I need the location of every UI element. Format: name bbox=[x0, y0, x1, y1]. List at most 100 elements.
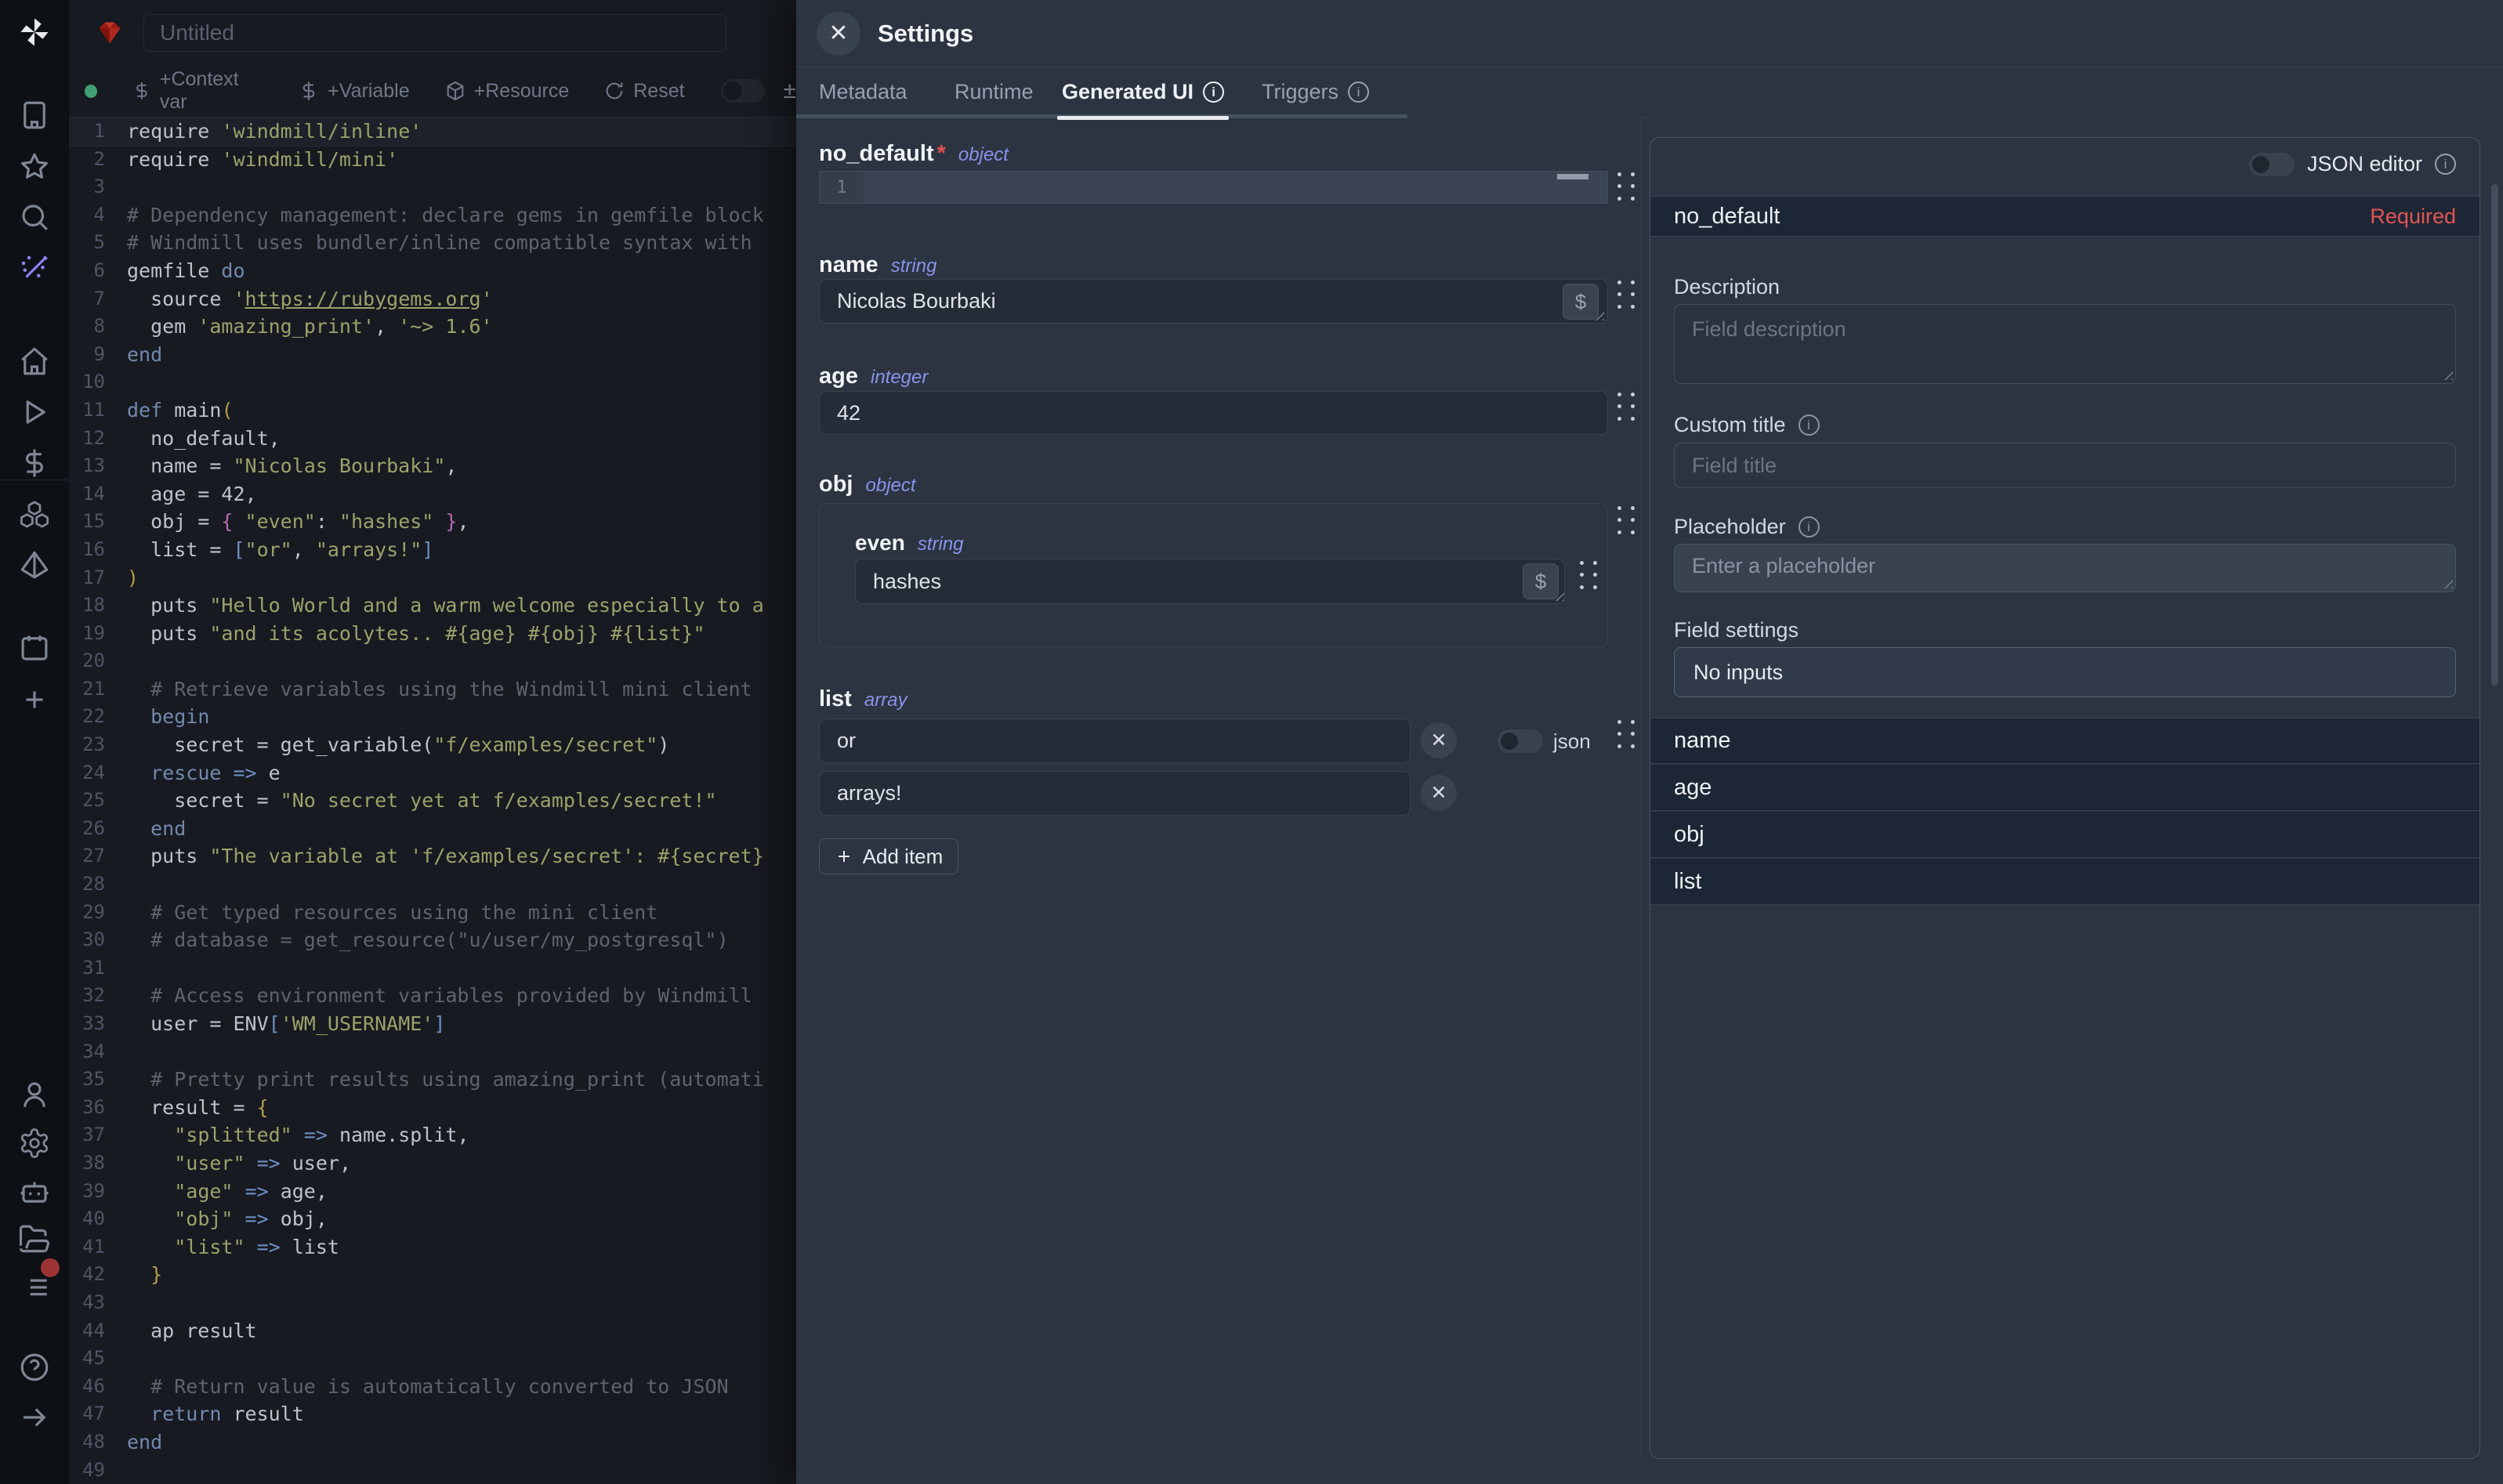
tab-metadata[interactable]: Metadata bbox=[819, 67, 907, 117]
code-line[interactable]: 44 ap result bbox=[69, 1317, 796, 1345]
code-line[interactable]: 17) bbox=[69, 564, 796, 592]
resources-cubes-icon[interactable] bbox=[18, 498, 51, 531]
code-line[interactable]: 27 puts "The variable at 'f/examples/sec… bbox=[69, 842, 796, 870]
code-line[interactable]: 2require 'windmill/mini' bbox=[69, 146, 796, 174]
no-default-json-editor[interactable]: 1 bbox=[819, 171, 1608, 204]
tab-triggers[interactable]: Triggersi bbox=[1262, 67, 1369, 117]
favorites-star-icon[interactable] bbox=[18, 150, 51, 183]
code-line[interactable]: 40 "obj" => obj, bbox=[69, 1205, 796, 1233]
field-settings-select[interactable]: No inputs bbox=[1674, 647, 2456, 697]
code-line[interactable]: 35 # Pretty print results using amazing_… bbox=[69, 1066, 796, 1094]
code-line[interactable]: 31 bbox=[69, 954, 796, 983]
code-line[interactable]: 19 puts "and its acolytes.. #{age} #{obj… bbox=[69, 620, 796, 648]
code-editor[interactable]: 1require 'windmill/inline'2require 'wind… bbox=[69, 118, 796, 1484]
code-line[interactable]: 9end bbox=[69, 341, 796, 369]
user-icon[interactable] bbox=[18, 1078, 51, 1111]
code-line[interactable]: 15 obj = { "even": "hashes" }, bbox=[69, 508, 796, 536]
home-icon[interactable] bbox=[18, 345, 51, 378]
code-line[interactable]: 42 } bbox=[69, 1261, 796, 1289]
diff-toggle[interactable]: ± bbox=[784, 78, 796, 104]
drag-handle[interactable] bbox=[1580, 561, 1600, 592]
code-line[interactable]: 32 # Access environment variables provid… bbox=[69, 982, 796, 1010]
code-line[interactable]: 41 "list" => list bbox=[69, 1233, 796, 1261]
code-line[interactable]: 24 rescue => e bbox=[69, 759, 796, 787]
list-item-input-1[interactable] bbox=[819, 718, 1411, 763]
code-line[interactable]: 45 bbox=[69, 1345, 796, 1373]
json-toggle[interactable] bbox=[1498, 729, 1543, 753]
remove-item-x-button[interactable]: ✕ bbox=[1421, 722, 1457, 758]
code-line[interactable]: 28 bbox=[69, 870, 796, 899]
code-line[interactable]: 29 # Get typed resources using the mini … bbox=[69, 899, 796, 927]
drag-handle[interactable] bbox=[1617, 720, 1638, 751]
name-field-input[interactable] bbox=[819, 279, 1608, 324]
code-line[interactable]: 47 return result bbox=[69, 1400, 796, 1428]
code-line[interactable]: 3 bbox=[69, 173, 796, 201]
tab-runtime[interactable]: Runtime bbox=[954, 67, 1034, 117]
list-item-input-2[interactable] bbox=[819, 771, 1411, 816]
field-row-name[interactable]: name bbox=[1650, 718, 2479, 764]
code-line[interactable]: 21 # Retrieve variables using the Windmi… bbox=[69, 675, 796, 704]
add-context-var-button[interactable]: +Context var bbox=[132, 68, 263, 114]
folders-open-icon[interactable] bbox=[18, 1222, 51, 1255]
code-line[interactable]: 36 result = { bbox=[69, 1094, 796, 1122]
workspace-building-icon[interactable] bbox=[18, 99, 51, 132]
script-title-input[interactable] bbox=[143, 14, 726, 52]
code-line[interactable]: 43 bbox=[69, 1289, 796, 1317]
code-line[interactable]: 38 "user" => user, bbox=[69, 1149, 796, 1178]
code-line[interactable]: 13 name = "Nicolas Bourbaki", bbox=[69, 452, 796, 480]
reset-button[interactable]: Reset bbox=[603, 80, 684, 103]
editor-mode-toggle[interactable] bbox=[721, 79, 765, 103]
field-row-obj[interactable]: obj bbox=[1650, 812, 2479, 858]
code-line[interactable]: 33 user = ENV['WM_USERNAME'] bbox=[69, 1010, 796, 1038]
code-line[interactable]: 5# Windmill uses bundler/inline compatib… bbox=[69, 229, 796, 257]
help-icon[interactable] bbox=[18, 1351, 51, 1384]
code-line[interactable]: 8 gem 'amazing_print', '~> 1.6' bbox=[69, 313, 796, 341]
field-row-list[interactable]: list bbox=[1650, 859, 2479, 905]
custom-title-input[interactable] bbox=[1674, 443, 2456, 488]
add-plus-icon[interactable] bbox=[18, 683, 51, 716]
drag-handle[interactable] bbox=[1617, 172, 1638, 204]
editor-scrollbar[interactable] bbox=[1557, 174, 1588, 179]
code-line[interactable]: 10 bbox=[69, 368, 796, 396]
selected-field-row-no-default[interactable]: no_default Required bbox=[1650, 196, 2479, 237]
code-line[interactable]: 11def main( bbox=[69, 396, 796, 425]
search-icon[interactable] bbox=[18, 201, 51, 233]
schedules-calendar-icon[interactable] bbox=[18, 632, 51, 664]
code-line[interactable]: 26 end bbox=[69, 815, 796, 843]
code-line[interactable]: 16 list = ["or", "arrays!"] bbox=[69, 536, 796, 564]
code-line[interactable]: 34 bbox=[69, 1038, 796, 1066]
code-line[interactable]: 23 secret = get_variable("f/examples/sec… bbox=[69, 731, 796, 759]
ai-robot-icon[interactable] bbox=[18, 1175, 51, 1208]
code-line[interactable]: 12 no_default, bbox=[69, 425, 796, 453]
expand-arrow-right-icon[interactable] bbox=[18, 1401, 51, 1434]
code-line[interactable]: 46 # Return value is automatically conve… bbox=[69, 1373, 796, 1401]
even-field-input[interactable] bbox=[855, 559, 1565, 604]
drag-handle[interactable] bbox=[1617, 506, 1638, 537]
code-line[interactable]: 49 bbox=[69, 1457, 796, 1484]
remove-item-x-button[interactable]: ✕ bbox=[1421, 775, 1457, 811]
variables-dollar-icon[interactable] bbox=[18, 447, 51, 480]
add-resource-button[interactable]: +Resource bbox=[444, 80, 570, 103]
settings-gear-icon[interactable] bbox=[18, 1127, 51, 1160]
ai-magic-wand-icon[interactable] bbox=[18, 252, 51, 285]
code-line[interactable]: 22 begin bbox=[69, 703, 796, 731]
code-line[interactable]: 20 bbox=[69, 647, 796, 675]
code-line[interactable]: 30 # database = get_resource("u/user/my_… bbox=[69, 926, 796, 954]
drag-handle[interactable] bbox=[1617, 281, 1638, 312]
code-line[interactable]: 37 "splitted" => name.split, bbox=[69, 1121, 796, 1149]
add-item-button[interactable]: Add item bbox=[819, 838, 958, 874]
placeholder-textarea[interactable] bbox=[1674, 544, 2456, 592]
code-line[interactable]: 7 source 'https://rubygems.org' bbox=[69, 285, 796, 313]
modal-scrollbar[interactable] bbox=[2491, 184, 2498, 686]
tab-generated-ui[interactable]: Generated UIi bbox=[1062, 67, 1224, 117]
drag-handle[interactable] bbox=[1617, 393, 1638, 424]
code-line[interactable]: 39 "age" => age, bbox=[69, 1178, 796, 1206]
code-line[interactable]: 48end bbox=[69, 1428, 796, 1457]
insert-variable-dollar-button[interactable]: $ bbox=[1523, 563, 1559, 599]
close-icon[interactable]: ✕ bbox=[817, 12, 860, 56]
add-variable-button[interactable]: +Variable bbox=[298, 80, 409, 103]
insert-variable-dollar-button[interactable]: $ bbox=[1563, 284, 1599, 320]
code-line[interactable]: 6gemfile do bbox=[69, 257, 796, 285]
code-line[interactable]: 1require 'windmill/inline' bbox=[69, 118, 796, 146]
windmill-logo-icon[interactable] bbox=[18, 16, 51, 49]
